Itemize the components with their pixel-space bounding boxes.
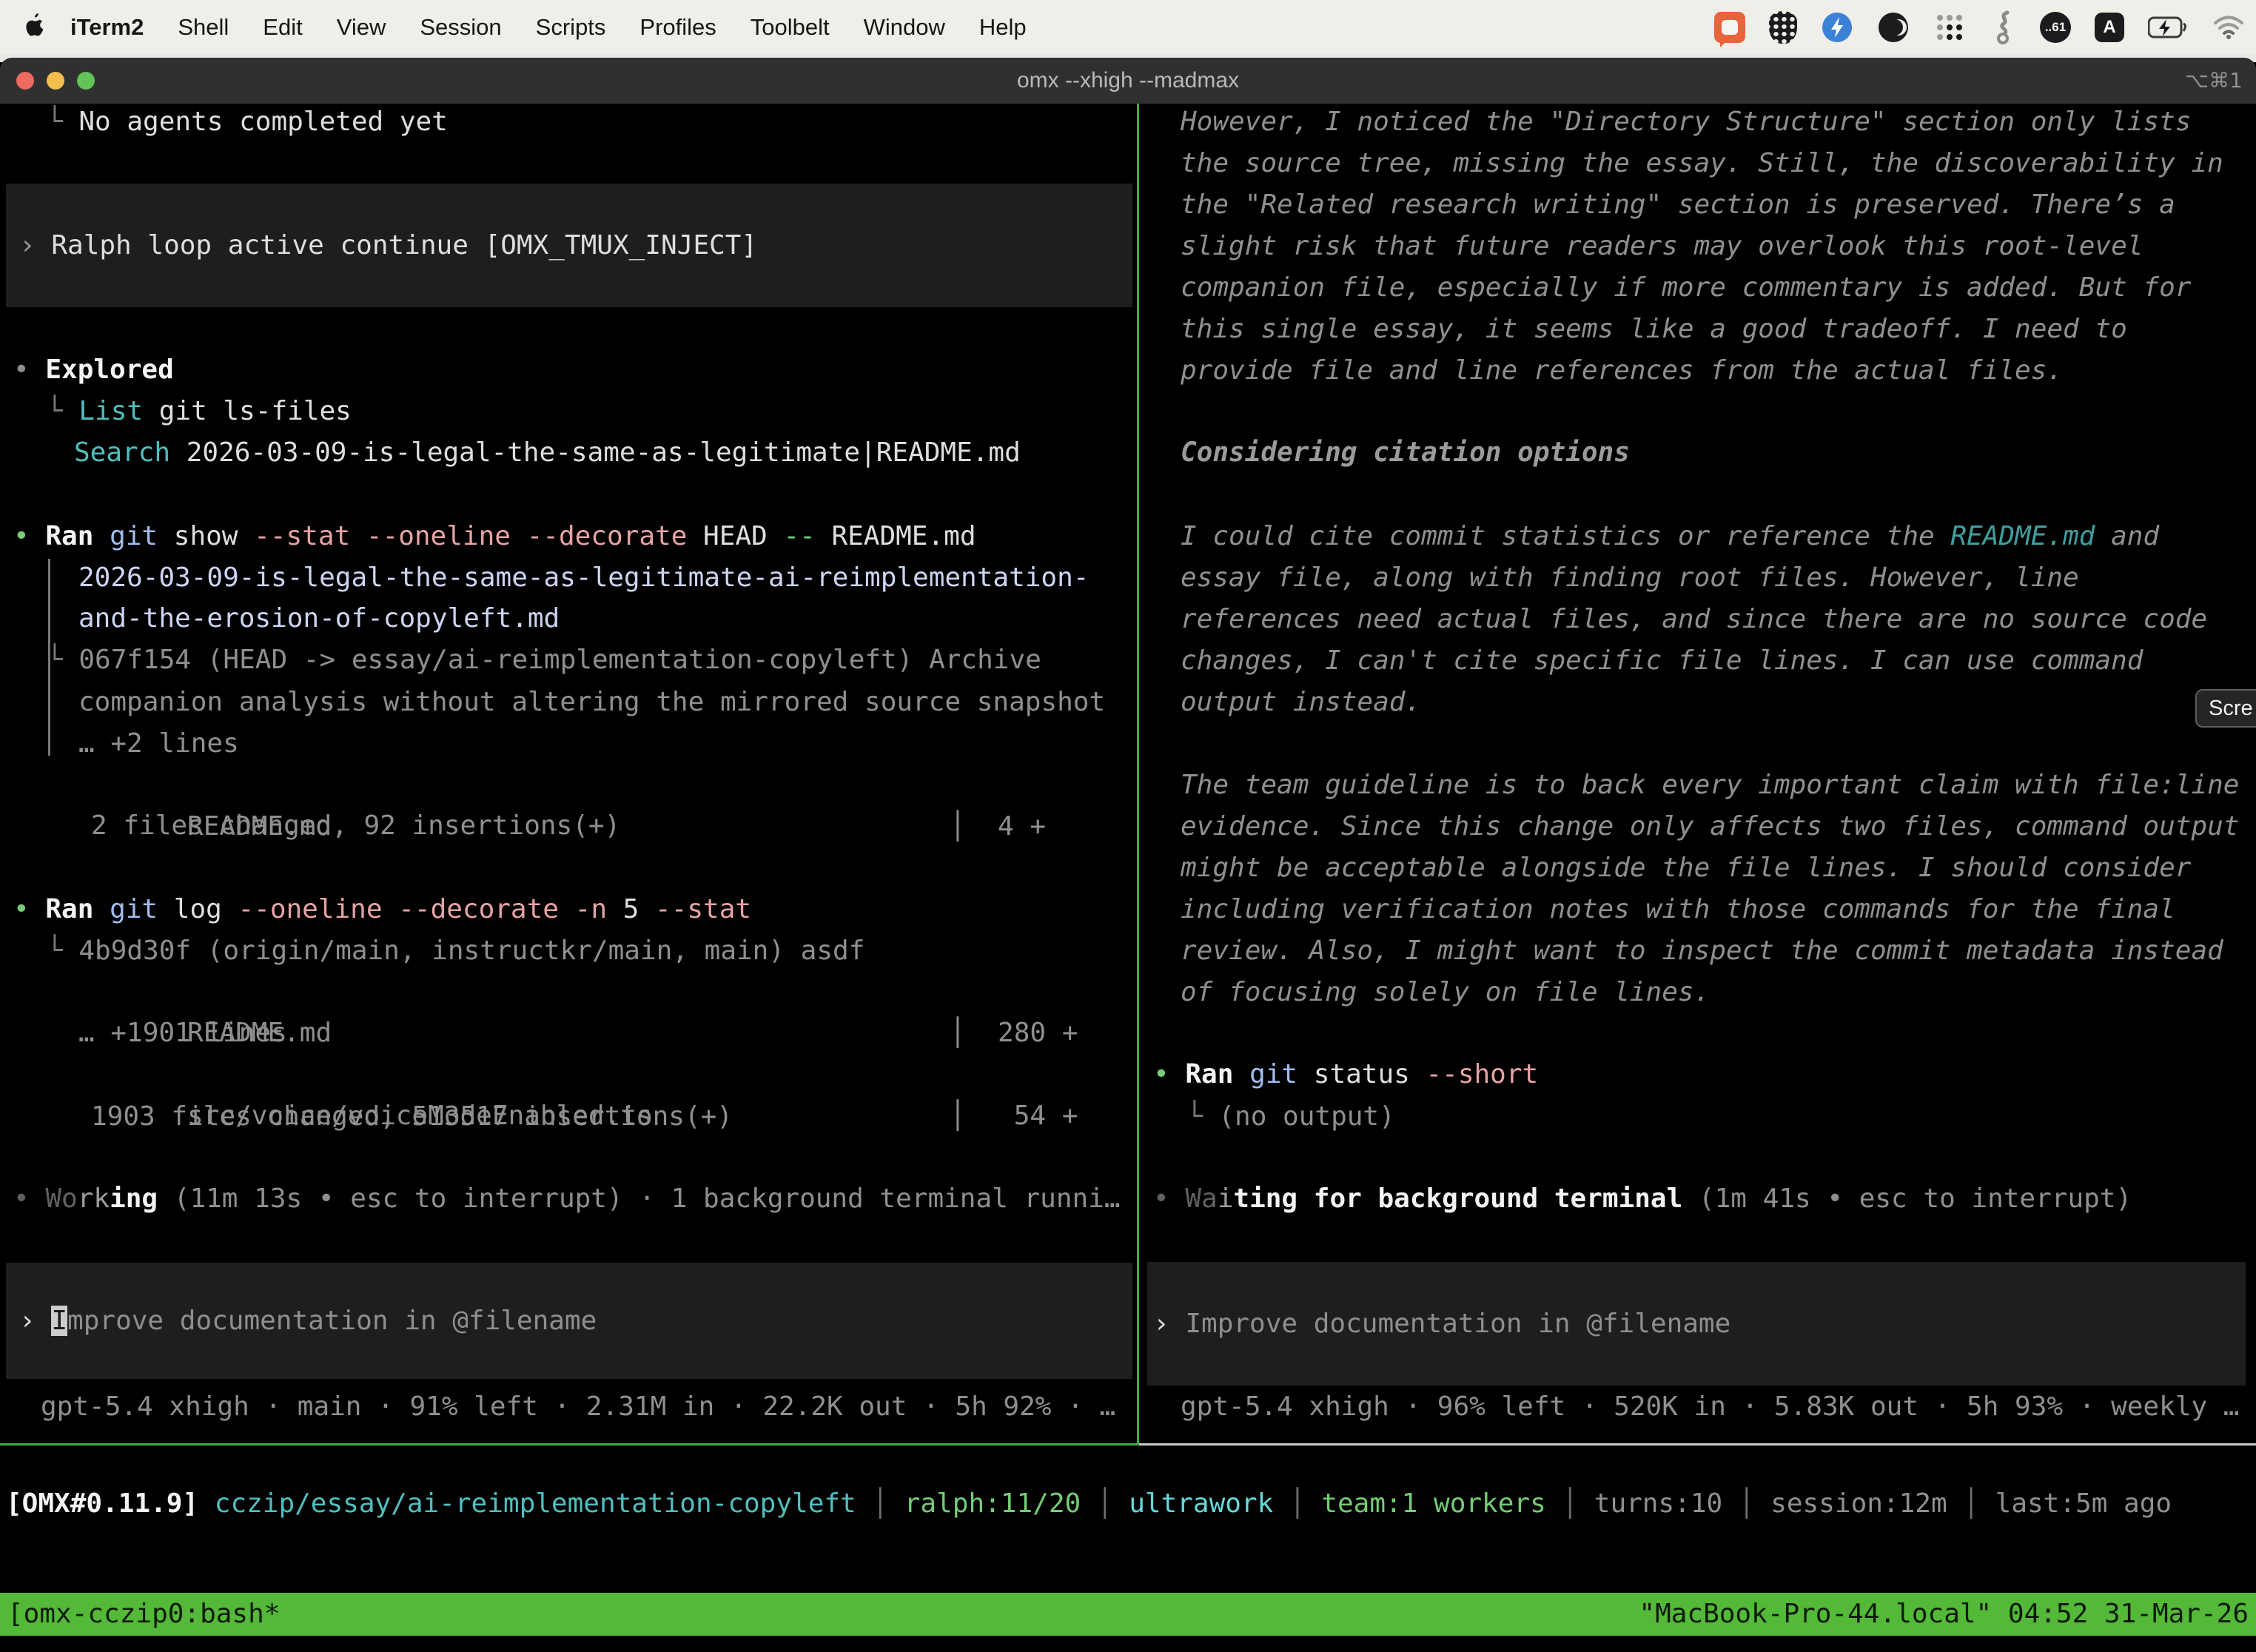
prompt-input-right[interactable]: › Improve documentation in @filename bbox=[1147, 1262, 2246, 1386]
dots-grid-icon[interactable] bbox=[1933, 11, 1966, 44]
screen-share-overlay-button[interactable]: Scre bbox=[2195, 689, 2256, 728]
tmux-host-clock: "MacBook-Pro-44.local" 04:52 31-Mar-26 bbox=[1639, 1593, 2249, 1636]
keyboard-layout-icon[interactable]: A bbox=[2095, 13, 2124, 42]
menu-item-view[interactable]: View bbox=[320, 0, 403, 55]
explored-header: • Explored bbox=[13, 349, 174, 391]
terminal-content: └ No agents completed yet › Ralph loop a… bbox=[0, 104, 2256, 1652]
diffstat-summary: 2 files changed, 92 insertions(+) bbox=[91, 805, 620, 847]
wifi-icon[interactable] bbox=[2213, 16, 2244, 39]
window-title-bar: omx --xhigh --madmax ⌥⌘1 bbox=[0, 58, 2256, 104]
menu-item-help[interactable]: Help bbox=[962, 0, 1044, 55]
crescent-circle-icon[interactable] bbox=[1877, 11, 1910, 44]
window-title: omx --xhigh --madmax bbox=[0, 58, 2256, 104]
thinking-text-line: essay file, along with finding root file… bbox=[1181, 557, 2079, 599]
thinking-text-line: output instead. bbox=[1181, 682, 1421, 723]
no-output-line: └ (no output) bbox=[1186, 1096, 1395, 1138]
thinking-text-line: review. Also, I might want to inspect th… bbox=[1181, 930, 2223, 972]
prompt-input-left[interactable]: › Improve documentation in @filename bbox=[6, 1263, 1132, 1379]
tmux-status-bar: [omx-cczip0:bash* "MacBook-Pro-44.local"… bbox=[0, 1593, 2256, 1636]
menu-bar-status-icons: ..61 A bbox=[1714, 0, 2244, 55]
diffstat-line: src/voice/voiceModeEnabled.ts│ 54 + bbox=[91, 1054, 653, 1095]
apple-menu-icon[interactable] bbox=[22, 13, 46, 41]
thinking-text-line: the source tree, missing the essay. Stil… bbox=[1181, 143, 2223, 184]
window-shortcut-badge: ⌥⌘1 bbox=[2185, 58, 2243, 104]
macos-menu-bar: iTerm2 Shell Edit View Session Scripts P… bbox=[0, 0, 2256, 55]
badge-61-icon[interactable]: ..61 bbox=[2040, 12, 2071, 43]
git-log-command-line: • Ran git log --oneline --decorate -n 5 … bbox=[13, 889, 751, 930]
thinking-section-heading: Considering citation options bbox=[1181, 432, 1630, 474]
commit-summary-line: └ 067f154 (HEAD -> essay/ai-reimplementa… bbox=[47, 639, 1041, 681]
waiting-status-line: • Waiting for background terminal (1m 41… bbox=[1153, 1178, 2132, 1220]
thinking-text-line: evidence. Since this change only affects… bbox=[1181, 806, 2239, 847]
pane-border-bottom-right bbox=[1139, 1443, 2256, 1446]
menu-item-profiles[interactable]: Profiles bbox=[622, 0, 733, 55]
menu-item-edit[interactable]: Edit bbox=[246, 0, 319, 55]
battery-icon[interactable] bbox=[2148, 16, 2189, 38]
thinking-text-line: companion file, especially if more comme… bbox=[1181, 267, 2191, 309]
commit-filename-line: 2026-03-09-is-legal-the-same-as-legitima… bbox=[78, 557, 1089, 599]
shield-grid-icon[interactable] bbox=[1769, 11, 1797, 44]
menu-item-window[interactable]: Window bbox=[847, 0, 962, 55]
thinking-text-line: The team guideline is to back every impo… bbox=[1181, 765, 2239, 806]
diffstat-line: README.md│ 280 + bbox=[91, 971, 332, 1013]
squiggle-icon[interactable] bbox=[1990, 10, 2016, 45]
thinking-text-line: including verification notes with those … bbox=[1181, 889, 2175, 930]
model-status-line: gpt-5.4 xhigh · main · 91% left · 2.31M … bbox=[41, 1386, 1115, 1428]
thinking-text-line: might be acceptable alongside the file l… bbox=[1181, 847, 2191, 889]
log-commit-line: └ 4b9d30f (origin/main, instructkr/main,… bbox=[47, 930, 865, 972]
diffstat-summary: 1903 files changed, 513517 insertions(+) bbox=[91, 1096, 733, 1138]
working-status-line: • Working (11m 13s • esc to interrupt) ·… bbox=[13, 1178, 1121, 1220]
git-show-command-line: • Ran git show --stat --oneline --decora… bbox=[13, 516, 976, 557]
thinking-text-line: this single essay, it seems like a good … bbox=[1181, 309, 2127, 350]
pane-border-bottom-left bbox=[0, 1443, 1139, 1446]
thinking-text-line: changes, I can't cite specific file line… bbox=[1181, 640, 2143, 682]
thinking-text-line: provide file and line references from th… bbox=[1181, 350, 2063, 392]
model-status-line: gpt-5.4 xhigh · 96% left · 520K in · 5.8… bbox=[1181, 1386, 2239, 1428]
thinking-text-line: the "Related research writing" section i… bbox=[1181, 184, 2175, 226]
chat-app-icon[interactable] bbox=[1714, 12, 1745, 43]
explored-search-line: Search 2026-03-09-is-legal-the-same-as-l… bbox=[74, 432, 1021, 474]
menu-item-toolbelt[interactable]: Toolbelt bbox=[733, 0, 847, 55]
truncated-lines-indicator: … +2 lines bbox=[78, 723, 239, 765]
omx-status-bar: [OMX#0.11.9] cczip/essay/ai-reimplementa… bbox=[6, 1483, 2172, 1525]
menu-item-scripts[interactable]: Scripts bbox=[519, 0, 623, 55]
lightning-hex-icon[interactable] bbox=[1821, 11, 1853, 44]
thinking-text-line: references need actual files, and since … bbox=[1181, 599, 2207, 640]
thinking-text-line: However, I noticed the "Directory Struct… bbox=[1181, 101, 2191, 143]
agents-status-line: └ No agents completed yet bbox=[47, 101, 448, 143]
explored-list-line: └ List git ls-files bbox=[47, 391, 352, 432]
truncated-lines-indicator: … +1901 lines bbox=[78, 1013, 287, 1054]
tmux-session-name: [omx-cczip0:bash* bbox=[7, 1593, 280, 1636]
commit-summary-line: companion analysis without altering the … bbox=[78, 682, 1105, 723]
commit-filename-line: and-the-erosion-of-copyleft.md bbox=[78, 598, 560, 639]
thinking-text-line: of focusing solely on file lines. bbox=[1181, 972, 1710, 1013]
pane-divider-vertical[interactable] bbox=[1137, 104, 1139, 1445]
thinking-text-line: I could cite commit statistics or refere… bbox=[1181, 516, 2159, 557]
menu-item-shell[interactable]: Shell bbox=[161, 0, 246, 55]
diffstat-line: README.md│ 4 + bbox=[91, 765, 332, 806]
git-status-command-line: • Ran git status --short bbox=[1153, 1054, 1538, 1095]
thinking-text-line: slight risk that future readers may over… bbox=[1181, 226, 2143, 267]
menu-item-iterm2[interactable]: iTerm2 bbox=[53, 0, 161, 55]
ralph-loop-banner: › Ralph loop active continue [OMX_TMUX_I… bbox=[6, 184, 1132, 307]
menu-item-session[interactable]: Session bbox=[403, 0, 518, 55]
